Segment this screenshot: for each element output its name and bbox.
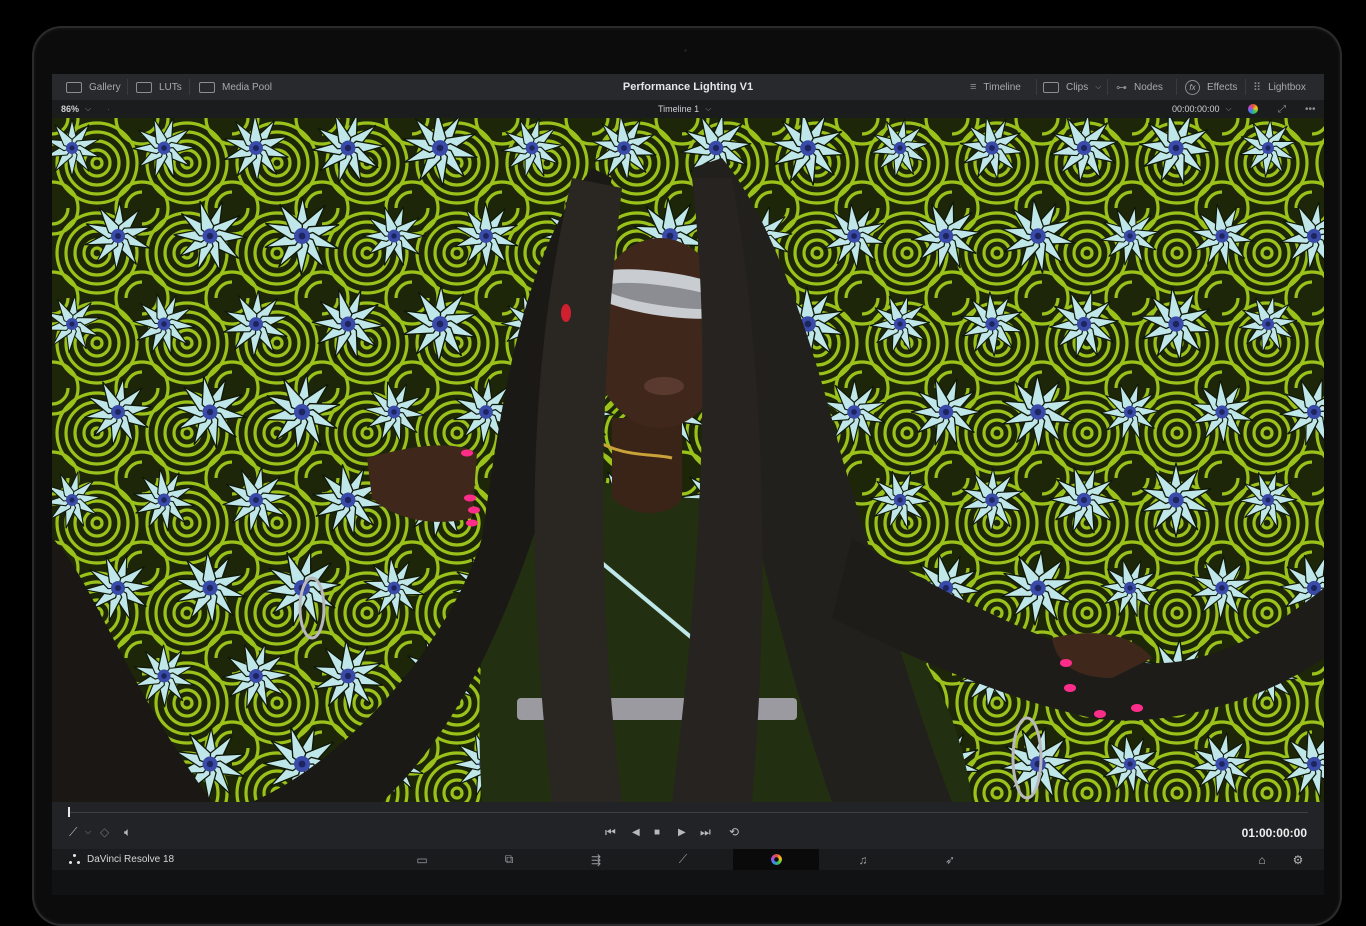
viewer-frame[interactable] — [52, 118, 1324, 802]
play-reverse-icon[interactable]: ◀ — [632, 824, 640, 840]
divider — [1245, 79, 1246, 95]
chevron-down-icon: ⌵ — [85, 104, 92, 113]
edit-page-icon[interactable]: ⇶ — [553, 849, 639, 870]
nodes-icon: ⊶ — [1116, 81, 1127, 94]
cut-page-icon[interactable]: ⧉ — [466, 849, 552, 870]
settings-gear-icon[interactable]: ⚙︎ — [1272, 849, 1324, 870]
color-page-icon[interactable] — [733, 849, 819, 870]
separator-dot: · — [107, 104, 110, 114]
scrubber-track[interactable] — [68, 812, 1308, 813]
clips-icon — [1043, 81, 1059, 93]
media-pool-icon — [199, 81, 215, 93]
color-wheel-icon[interactable] — [1248, 100, 1258, 118]
playhead[interactable] — [68, 807, 70, 817]
media-page-icon[interactable]: ▭ — [379, 849, 465, 870]
gallery-icon — [66, 81, 82, 93]
chevron-down-icon[interactable]: ⌵ — [85, 824, 91, 840]
go-to-start-icon[interactable]: ⏮︎ — [605, 824, 616, 840]
divider — [1176, 79, 1177, 95]
app-branding: DaVinci Resolve 18 — [69, 849, 174, 870]
luts-icon — [136, 81, 152, 93]
deliver-page-icon[interactable]: ➶ — [907, 849, 993, 870]
more-options-icon[interactable]: ••• — [1305, 100, 1316, 118]
fairlight-page-icon[interactable]: ♫ — [820, 849, 906, 870]
media-pool-button[interactable]: Media Pool — [199, 74, 272, 100]
viewer-image — [52, 118, 1324, 802]
davinci-logo-icon — [69, 853, 81, 866]
fullscreen-icon[interactable]: ⤢ — [1278, 100, 1286, 118]
chevron-down-icon: ⌵ — [705, 104, 712, 113]
luts-button[interactable]: LUTs — [136, 74, 182, 100]
stop-icon[interactable]: ■ — [654, 824, 660, 840]
top-toolbar: Gallery LUTs Media Pool Performance Ligh… — [52, 74, 1324, 100]
layers-icon[interactable]: ◇ — [100, 824, 109, 840]
viewer-toolbar: 86% ⌵ · Timeline 1 ⌵ 00:00:00:00 ⌵ ⤢ ••• — [52, 100, 1324, 118]
fusion-page-icon[interactable]: ⟋ — [640, 849, 726, 870]
play-icon[interactable]: ▶ — [678, 824, 686, 840]
loop-icon[interactable]: ⟲ — [729, 824, 739, 840]
divider — [1036, 79, 1037, 95]
chevron-down-icon: ⌵ — [1095, 82, 1102, 91]
lightbox-button[interactable]: ⠿ Lightbox — [1253, 74, 1306, 100]
picker-icon[interactable]: ⟋ — [69, 824, 77, 840]
timeline-icon: ≡ — [970, 81, 977, 93]
gallery-button[interactable]: Gallery — [66, 74, 121, 100]
record-timecode: 01:00:00:00 — [1241, 826, 1307, 840]
lightbox-icon: ⠿ — [1253, 81, 1262, 94]
timeline-dropdown[interactable]: Timeline 1 ⌵ — [658, 100, 711, 118]
zoom-dropdown[interactable]: 86% ⌵ — [61, 100, 91, 118]
page-navigation-bar: DaVinci Resolve 18 ▭ ⧉ ⇶ ⟋ ♫ ➶ ⌂ ⚙︎ — [52, 849, 1324, 870]
volume-icon[interactable]: 🔈︎ — [124, 824, 131, 840]
divider — [189, 79, 190, 95]
timeline-button[interactable]: ≡ Timeline — [970, 74, 1021, 100]
transport-bar: ⟋ ⌵ ◇ 🔈︎ ⏮︎ ◀ ■ ▶ ⏭︎ ⟲ 01:00:00:00 — [52, 802, 1324, 849]
lower-panel-edge — [52, 870, 1324, 895]
divider — [1107, 79, 1108, 95]
clips-button[interactable]: Clips ⌵ — [1043, 74, 1101, 100]
go-to-end-icon[interactable]: ⏭︎ — [700, 824, 711, 840]
nodes-button[interactable]: ⊶ Nodes — [1116, 74, 1163, 100]
fx-icon: fx — [1185, 79, 1200, 95]
effects-button[interactable]: fx Effects — [1185, 74, 1237, 100]
divider — [127, 79, 128, 95]
chevron-down-icon: ⌵ — [1225, 104, 1232, 113]
source-timecode[interactable]: 00:00:00:00 ⌵ — [1172, 100, 1232, 118]
resolve-window: Gallery LUTs Media Pool Performance Ligh… — [52, 74, 1324, 895]
camera-dot — [684, 49, 687, 52]
